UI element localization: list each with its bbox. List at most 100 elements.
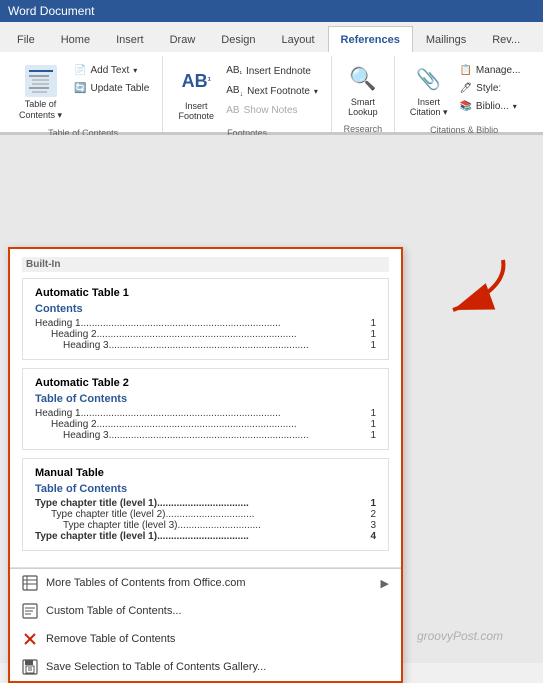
manual-table-preview[interactable]: Manual Table Table of Contents Type chap… [22,458,389,551]
endnote-icon: AB¹ [226,65,242,78]
style-label: Style: [476,83,501,94]
toc-button[interactable]: Table ofContents ▾ [12,58,69,126]
red-arrow [423,255,513,328]
title-bar: Word Document [0,0,543,22]
tab-review[interactable]: Rev... [479,26,533,52]
smart-lookup-icon: 🔍 [347,63,379,95]
auto-table-2-row-1: Heading 2 ..............................… [35,419,376,430]
ribbon-group-research: 🔍 SmartLookup Research [332,56,395,132]
citations-group-items: 📎 InsertCitation ▾ 📋 Manage... 🖊 Style: … [403,58,525,123]
auto-table-1-row-2-page: 1 [368,340,376,351]
ribbon-content: Table ofContents ▾ 📄 Add Text ▾ 🔄 Update… [0,52,543,134]
show-notes-icon: AB [226,105,239,116]
auto-table-2-row-2-label: Heading 3 [63,430,109,441]
dropdown-menu-items: More Tables of Contents from Office.com … [10,568,401,681]
auto-table-2-row-0-page: 1 [368,408,376,419]
tab-bar: File Home Insert Draw Design Layout Refe… [0,22,543,52]
auto-table-2-row-2-dots: ........................................… [109,430,369,441]
manage-icon: 📋 [459,65,471,76]
insert-endnote-button[interactable]: AB¹ Insert Endnote [221,62,323,81]
manual-table-row-1-page: 2 [368,509,376,520]
manual-table-row-0-page: 1 [368,498,376,509]
insert-footnote-button[interactable]: AB¹ InsertFootnote [171,58,221,126]
tab-design[interactable]: Design [208,26,268,52]
bibliography-label: Biblio... [476,101,509,112]
bibliography-icon: 📚 [459,101,471,112]
auto-table-2-row-1-dots: ........................................… [97,419,369,430]
auto-table-1-row-0-dots: ........................................… [81,318,369,329]
save-selection-item[interactable]: Save Selection to Table of Contents Gall… [10,653,401,681]
manual-table-row-1-dots: ................................ [166,509,369,520]
auto-table-1-row-1-page: 1 [368,329,376,340]
manual-table-row-3-dots: ................................. [157,531,368,542]
add-text-button[interactable]: 📄 Add Text ▾ [69,62,154,79]
auto-table-1-contents-title: Contents [35,303,376,315]
manual-table-row-3-page: 4 [368,531,376,542]
footnotes-stack: AB¹ Insert Endnote AB↓ Next Footnote ▾ A… [221,58,323,119]
manual-table-row-2-page: 3 [368,520,376,531]
manual-table-row-0-dots: ................................. [157,498,368,509]
auto-table-1-row-1-label: Heading 2 [51,329,97,340]
auto-table-2-title: Automatic Table 2 [35,377,376,389]
auto-table-1-row-0-label: Heading 1 [35,318,81,329]
tab-draw[interactable]: Draw [157,26,209,52]
manage-button[interactable]: 📋 Manage... [454,62,525,79]
auto-table-1-row-1: Heading 2 ..............................… [35,329,376,340]
more-tables-icon [22,575,38,591]
insert-endnote-label: Insert Endnote [246,66,311,77]
next-footnote-button[interactable]: AB↓ Next Footnote ▾ [221,82,323,101]
style-button[interactable]: 🖊 Style: [454,80,525,97]
add-text-icon: 📄 [74,65,86,76]
footnote-icon: AB¹ [178,63,214,99]
smart-lookup-label: SmartLookup [348,97,378,117]
auto-table-2-preview[interactable]: Automatic Table 2 Table of Contents Head… [22,368,389,450]
remove-toc-label: Remove Table of Contents [46,633,175,645]
citations-stack: 📋 Manage... 🖊 Style: 📚 Biblio... ▾ [454,58,525,115]
builtin-section: Built-In Automatic Table 1 Contents Head… [10,249,401,568]
auto-table-1-row-1-dots: ........................................… [97,329,369,340]
smart-lookup-button[interactable]: 🔍 SmartLookup [340,58,386,122]
bibliography-button[interactable]: 📚 Biblio... ▾ [454,98,525,115]
tab-references[interactable]: References [328,26,413,52]
more-tables-item[interactable]: More Tables of Contents from Office.com … [10,569,401,597]
manual-table-row-0-label: Type chapter title (level 1) [35,498,157,509]
manual-table-row-0: Type chapter title (level 1) ...........… [35,498,376,509]
tab-insert[interactable]: Insert [103,26,157,52]
auto-table-2-row-0: Heading 1 ..............................… [35,408,376,419]
more-tables-label: More Tables of Contents from Office.com [46,577,246,589]
auto-table-1-row-0-page: 1 [368,318,376,329]
update-table-button[interactable]: 🔄 Update Table [69,80,154,97]
tab-home[interactable]: Home [48,26,103,52]
auto-table-1-preview[interactable]: Automatic Table 1 Contents Heading 1 ...… [22,278,389,360]
ribbon: File Home Insert Draw Design Layout Refe… [0,22,543,135]
builtin-label: Built-In [22,257,389,272]
toc-button-label: Table ofContents ▾ [19,99,62,121]
show-notes-button[interactable]: AB Show Notes [221,102,323,119]
next-footnote-icon: AB↓ [226,85,243,98]
tab-mailings[interactable]: Mailings [413,26,479,52]
next-footnote-label: Next Footnote [247,86,310,97]
insert-citation-button[interactable]: 📎 InsertCitation ▾ [403,58,455,123]
watermark: groovyPost.com [417,629,503,643]
update-table-icon: 🔄 [74,83,86,94]
tab-layout[interactable]: Layout [269,26,328,52]
main-content: Built-In Automatic Table 1 Contents Head… [0,135,543,663]
title-label: Word Document [8,4,94,18]
insert-citation-icon: 📎 [413,63,445,95]
custom-toc-icon [22,603,38,619]
manual-table-row-3: Type chapter title (level 1) ...........… [35,531,376,542]
auto-table-1-row-0: Heading 1 ..............................… [35,318,376,329]
tab-file[interactable]: File [4,26,48,52]
toc-group-items: Table ofContents ▾ 📄 Add Text ▾ 🔄 Update… [12,58,154,126]
toc-stack: 📄 Add Text ▾ 🔄 Update Table [69,58,154,97]
toc-icon [23,63,59,99]
remove-toc-item[interactable]: Remove Table of Contents [10,625,401,653]
custom-toc-item[interactable]: Custom Table of Contents... [10,597,401,625]
auto-table-2-row-2: Heading 3 ..............................… [35,430,376,441]
save-selection-label: Save Selection to Table of Contents Gall… [46,661,266,673]
ribbon-group-citations: 📎 InsertCitation ▾ 📋 Manage... 🖊 Style: … [395,56,533,132]
auto-table-2-row-2-page: 1 [368,430,376,441]
auto-table-2-contents-title: Table of Contents [35,393,376,405]
manual-table-row-3-label: Type chapter title (level 1) [35,531,157,542]
remove-toc-icon [22,631,38,647]
